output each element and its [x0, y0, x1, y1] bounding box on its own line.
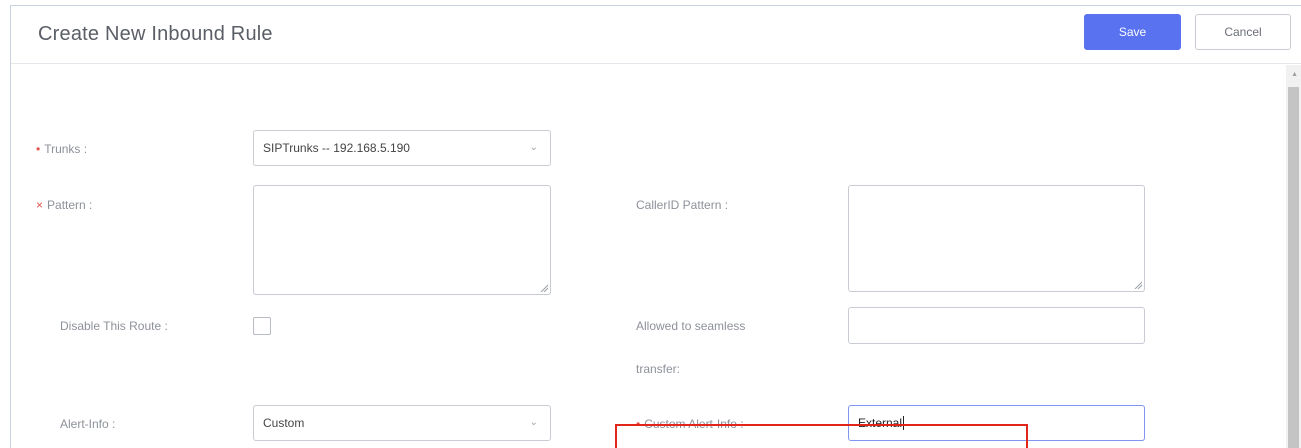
chevron-down-icon: ⌄ [529, 142, 538, 153]
alert-info-select-value: Custom [263, 416, 305, 430]
pattern-label-text: Pattern : [47, 198, 93, 212]
required-marker: × [36, 198, 44, 212]
cancel-button[interactable]: Cancel [1195, 14, 1291, 50]
seamless-transfer-label-line1: Allowed to seamless [636, 319, 746, 333]
pattern-textarea[interactable] [253, 185, 551, 295]
disable-route-label: Disable This Route : [60, 319, 168, 333]
pattern-label: × Pattern : [36, 197, 92, 213]
chevron-down-icon: ⌄ [529, 417, 538, 428]
callerid-pattern-textarea[interactable] [848, 185, 1145, 292]
seamless-transfer-input[interactable] [848, 307, 1145, 344]
trunks-select[interactable]: SIPTrunks -- 192.168.5.190 ⌄ [253, 130, 551, 166]
callerid-pattern-label: CallerID Pattern : [636, 198, 729, 212]
alert-info-label: Alert-Info : [60, 417, 116, 431]
save-button[interactable]: Save [1084, 14, 1181, 50]
dialog-header: Create New Inbound Rule Save Cancel [11, 6, 1301, 64]
trunks-select-value: SIPTrunks -- 192.168.5.190 [263, 141, 410, 155]
vertical-scrollbar[interactable]: ▲ [1286, 65, 1301, 448]
resize-handle-icon[interactable] [540, 284, 548, 292]
highlight-box [615, 424, 1028, 448]
disable-route-checkbox[interactable] [253, 317, 271, 335]
seamless-transfer-label-line2: transfer: [636, 362, 681, 376]
resize-handle-icon[interactable] [1134, 281, 1142, 289]
scrollbar-thumb[interactable] [1288, 87, 1299, 448]
trunks-label-text: Trunks : [44, 142, 88, 156]
page-title: Create New Inbound Rule [38, 23, 273, 45]
trunks-label: • Trunks : [36, 141, 87, 157]
alert-info-select[interactable]: Custom ⌄ [253, 405, 551, 441]
required-marker: • [36, 142, 41, 156]
scroll-up-arrow-icon[interactable]: ▲ [1291, 71, 1298, 78]
